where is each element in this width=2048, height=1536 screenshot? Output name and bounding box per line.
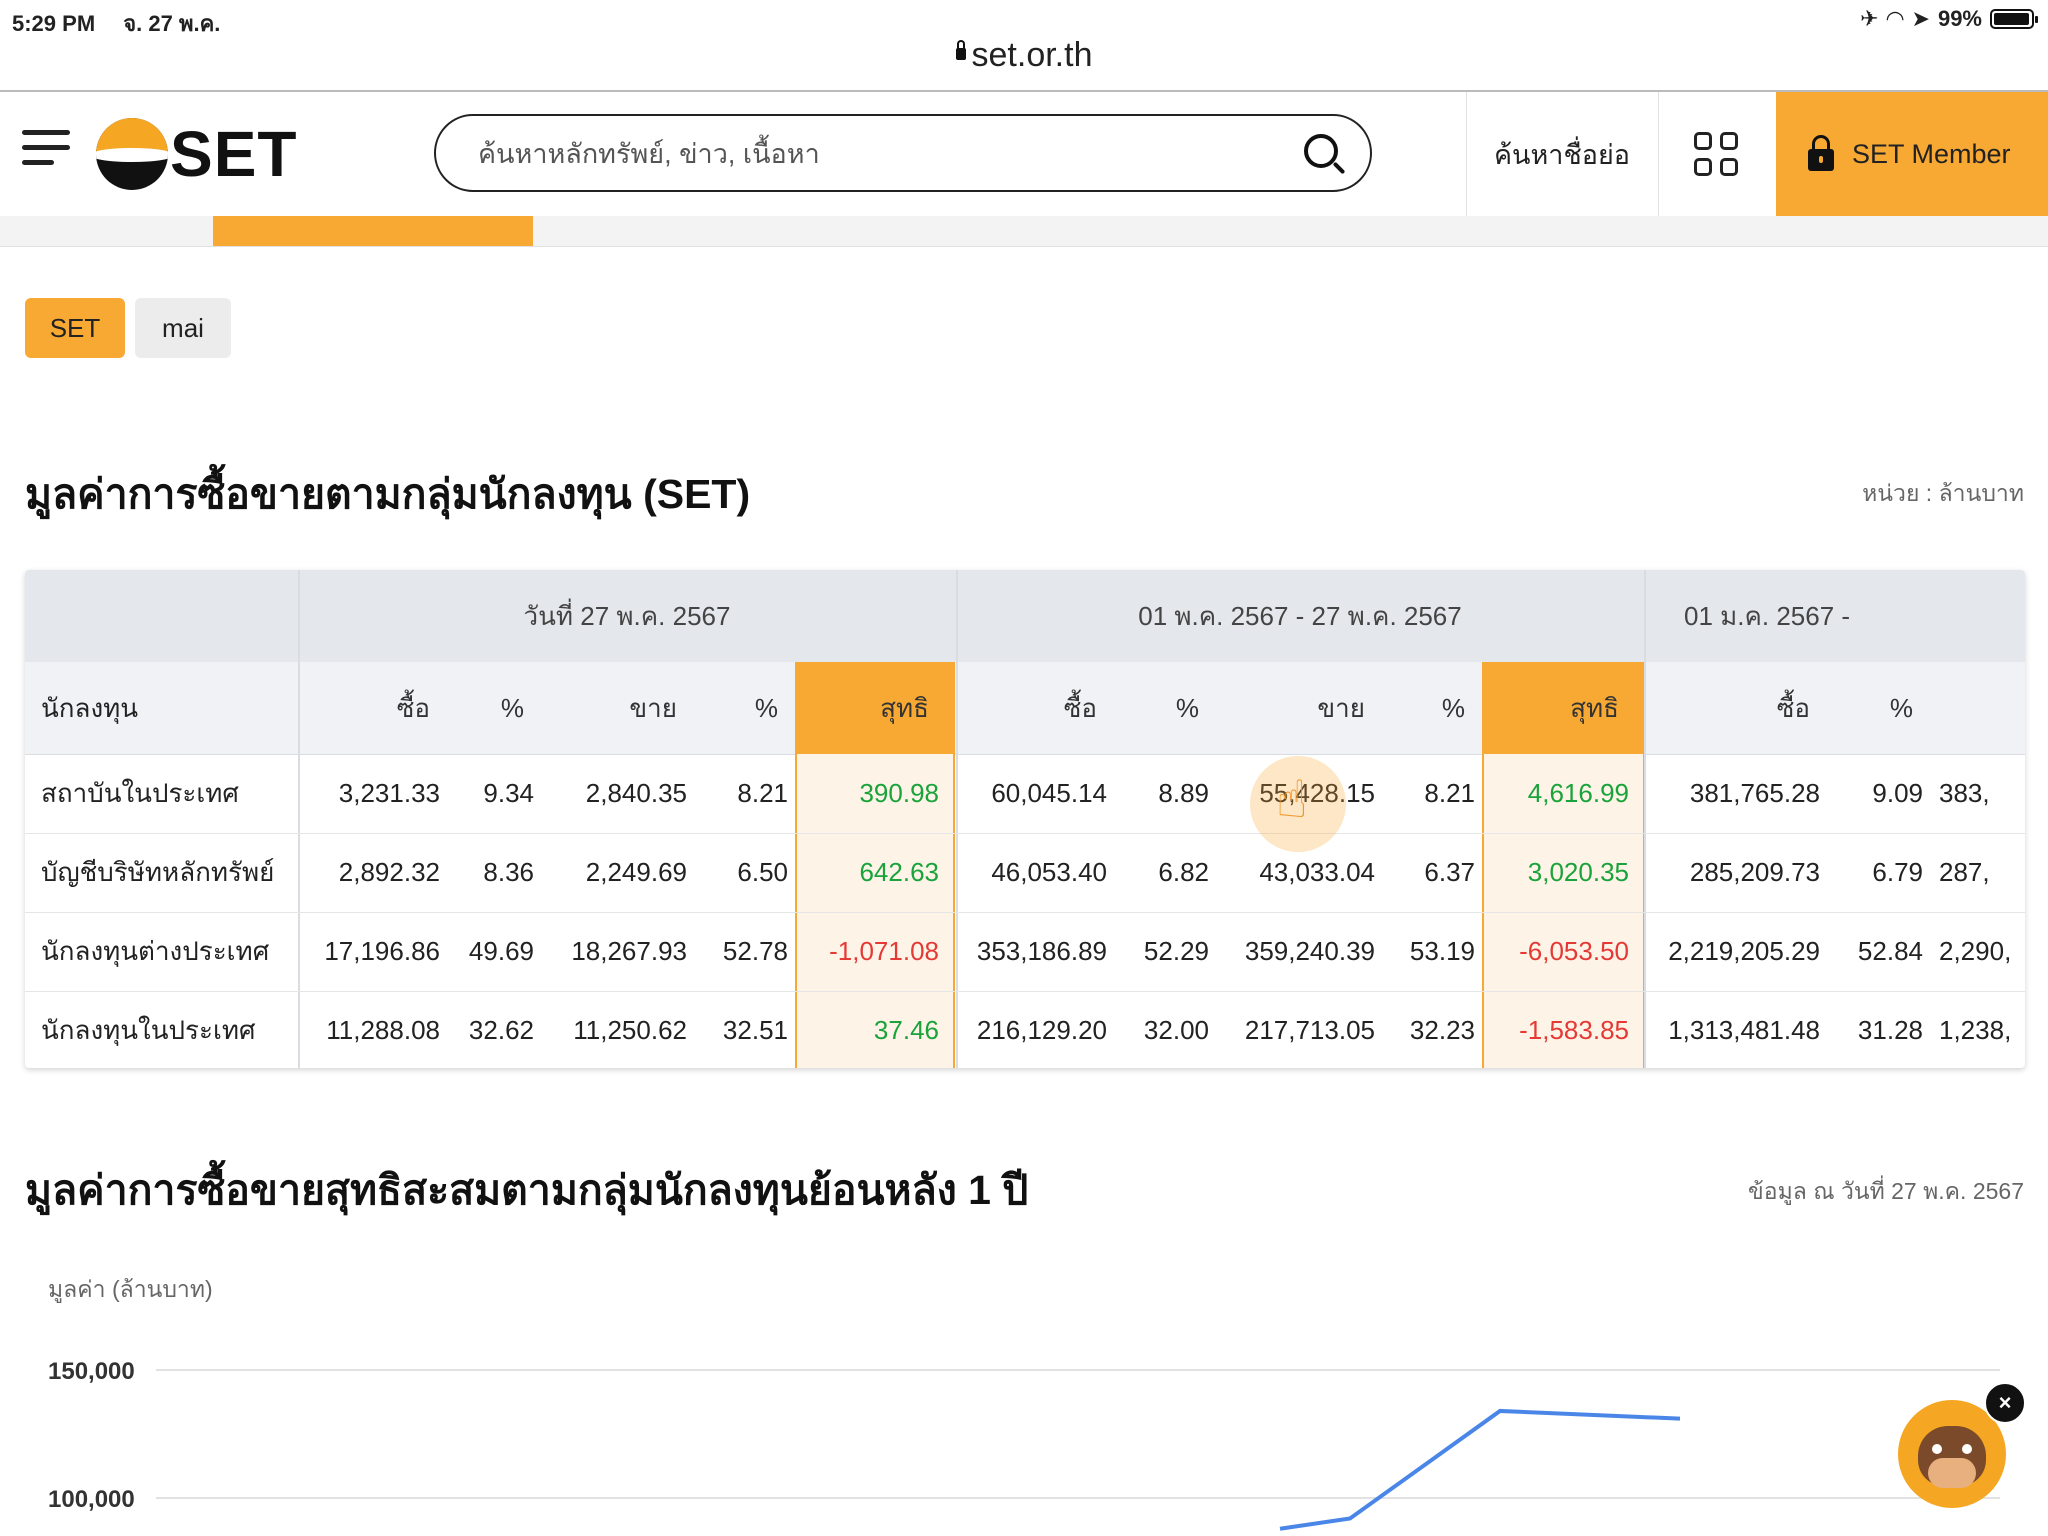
menu-icon[interactable] <box>22 130 70 170</box>
status-bar: 5:29 PM จ. 27 พ.ค. ✈ ◠ ➤ 99% <box>0 0 2048 40</box>
divider <box>1658 92 1659 216</box>
table-cell: -6,053.50 <box>1519 936 1629 966</box>
investor-table: วันที่ 27 พ.ค. 2567 01 พ.ค. 2567 - 27 พ.ค… <box>25 570 2025 1068</box>
logo-mark-icon <box>96 118 168 190</box>
column-header[interactable]: % <box>628 662 778 754</box>
status-date: จ. 27 พ.ค. <box>123 11 221 36</box>
site-header: SET ค้นหาชื่อย่อ SET Member <box>0 92 2048 217</box>
table-cell: 1,238, <box>1939 1015 2012 1045</box>
table-cell: 2,290, <box>1939 936 2012 966</box>
sub-navigation <box>0 216 2048 247</box>
column-header[interactable]: สุทธิ <box>779 662 929 754</box>
chart-ylabel: มูลค่า (ล้านบาท) <box>48 1276 213 1302</box>
search-box[interactable] <box>434 114 1372 192</box>
unit-note: หน่วย : ล้านบาท <box>1862 480 2024 506</box>
chart-ytick-label: 100,000 <box>48 1486 135 1513</box>
table-cell: 3,020.35 <box>1527 857 1629 887</box>
column-header[interactable]: % <box>374 662 524 754</box>
mascot-snout <box>1928 1458 1976 1488</box>
battery-percent: 99% <box>1937 6 1982 31</box>
symbol-search-button[interactable]: ค้นหาชื่อย่อ <box>1466 92 1658 216</box>
table-cell: 6.79 <box>1872 857 1923 887</box>
member-label: SET Member <box>1852 138 2011 169</box>
market-tab-set[interactable]: SET <box>25 298 125 358</box>
tap-indicator <box>1250 756 1346 852</box>
column-header[interactable]: % <box>1049 662 1199 754</box>
table-cell: 31.28 <box>1857 1015 1923 1045</box>
status-time: 5:29 PM <box>12 11 96 36</box>
set-member-button[interactable]: SET Member <box>1776 92 2048 216</box>
close-icon[interactable]: × <box>1984 1382 2026 1424</box>
period-header: วันที่ 27 พ.ค. 2567 <box>523 600 731 631</box>
mascot-eye <box>1962 1444 1972 1454</box>
table-cell: 4,616.99 <box>1527 778 1629 808</box>
wifi-icon: ◠ <box>1886 6 1904 31</box>
column-header[interactable]: % <box>1763 662 1913 754</box>
location-icon: ➤ <box>1911 6 1930 31</box>
period-header: 01 พ.ค. 2567 - 27 พ.ค. 2567 <box>1138 600 1462 631</box>
logo-text: SET <box>170 118 298 190</box>
set-logo[interactable]: SET <box>96 118 297 190</box>
table-cell: 9.09 <box>1872 778 1923 808</box>
apps-grid-icon[interactable] <box>1694 132 1740 178</box>
period-header: 01 ม.ค. 2567 - <box>1684 600 1851 631</box>
padlock-icon <box>1808 135 1834 171</box>
chart-series-line <box>1279 1408 1681 1531</box>
chart-ytick-label: 150,000 <box>48 1358 135 1385</box>
mascot-eye <box>1932 1444 1942 1454</box>
cumulative-line-chart: 150,000 100,000 <box>48 1358 2000 1531</box>
address-bar[interactable]: set.or.th <box>0 36 2048 75</box>
table-cell: -1,583.85 <box>1519 1015 1629 1045</box>
search-icon[interactable] <box>1304 134 1338 168</box>
column-header[interactable]: สุทธิ <box>1469 662 1619 754</box>
url-text: set.or.th <box>971 36 1093 74</box>
table-cell: 287, <box>1939 857 1990 887</box>
subnav-active-tab[interactable] <box>213 216 533 246</box>
market-tab-mai[interactable]: mai <box>135 298 231 358</box>
investor-column-header: นักลงทุน <box>41 692 139 723</box>
battery-icon <box>1990 9 2038 29</box>
lock-icon <box>955 40 966 61</box>
column-header[interactable]: % <box>1315 662 1465 754</box>
as-of-note: ข้อมูล ณ วันที่ 27 พ.ค. 2567 <box>1748 1178 2024 1204</box>
table-cell: 383, <box>1939 778 1990 808</box>
table-cell: 52.84 <box>1857 936 1923 966</box>
cumulative-chart-title: มูลค่าการซื้อขายสุทธิสะสมตามกลุ่มนักลงทุ… <box>25 1167 1029 1213</box>
search-input[interactable] <box>476 130 1260 178</box>
investor-table-title: มูลค่าการซื้อขายตามกลุ่มนักลงทุน (SET) <box>25 471 751 517</box>
airplane-icon: ✈ <box>1860 6 1879 31</box>
